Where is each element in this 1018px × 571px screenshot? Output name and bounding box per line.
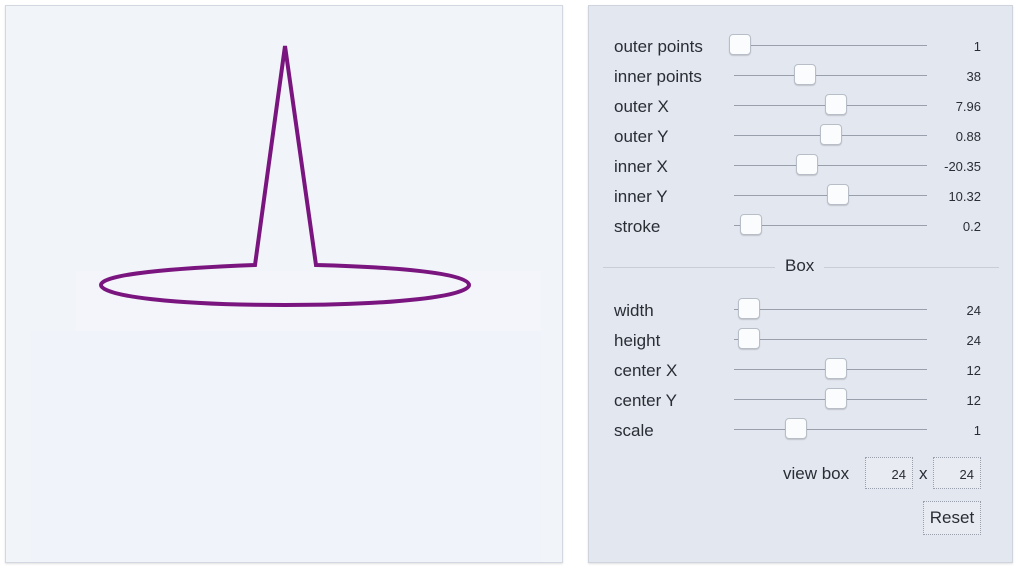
control-row-inner-x: inner X -20.35 <box>589 151 1012 181</box>
stroke-slider-track[interactable] <box>734 225 927 226</box>
inner-points-slider-track[interactable] <box>734 75 927 76</box>
center-y-value: 12 <box>966 393 981 408</box>
width-slider-track[interactable] <box>734 309 927 310</box>
control-row-center-x: center X 12 <box>589 355 1012 385</box>
inner-x-value: -20.35 <box>944 159 981 174</box>
stroke-value: 0.2 <box>962 219 981 234</box>
outer-points-slider-thumb[interactable] <box>729 34 751 55</box>
height-slider-track[interactable] <box>734 339 927 340</box>
outer-y-slider-thumb[interactable] <box>820 124 842 145</box>
stroke-slider-thumb[interactable] <box>740 214 762 235</box>
outer-x-value: 7.96 <box>955 99 981 114</box>
inner-y-slider-thumb[interactable] <box>827 184 849 205</box>
control-row-outer-points: outer points 1 <box>589 31 1012 61</box>
scale-slider-thumb[interactable] <box>785 418 807 439</box>
view-box-label: view box <box>783 464 850 483</box>
control-row-outer-x: outer X 7.96 <box>589 91 1012 121</box>
outer-points-value: 1 <box>973 39 981 54</box>
stroke-label: stroke <box>614 217 661 236</box>
center-x-value: 12 <box>966 363 981 378</box>
height-label: height <box>614 331 661 350</box>
inner-x-slider-track[interactable] <box>734 165 927 166</box>
inner-y-value: 10.32 <box>948 189 981 204</box>
outer-y-label: outer Y <box>614 127 669 146</box>
outer-x-label: outer X <box>614 97 669 116</box>
control-row-scale: scale 1 <box>589 415 1012 445</box>
height-value: 24 <box>966 333 981 348</box>
height-slider-thumb[interactable] <box>738 328 760 349</box>
width-slider-thumb[interactable] <box>738 298 760 319</box>
inner-points-label: inner points <box>614 67 702 86</box>
center-x-slider-thumb[interactable] <box>825 358 847 379</box>
control-row-inner-points: inner points 38 <box>589 61 1012 91</box>
scale-value: 1 <box>973 423 981 438</box>
center-y-slider-thumb[interactable] <box>825 388 847 409</box>
width-value: 24 <box>966 303 981 318</box>
view-box-separator: x <box>919 464 928 483</box>
canvas-shading-lower <box>31 331 541 561</box>
center-x-label: center X <box>614 361 678 380</box>
view-box-width-input[interactable]: 24 <box>865 457 913 489</box>
control-row-center-y: center Y 12 <box>589 385 1012 415</box>
preview-canvas <box>5 5 563 563</box>
inner-points-value: 38 <box>966 69 981 84</box>
scale-slider-track[interactable] <box>734 429 927 430</box>
control-row-height: height 24 <box>589 325 1012 355</box>
controls-panel: outer points 1 inner points 38 outer X 7.96 ou… <box>588 5 1013 563</box>
scale-label: scale <box>614 421 654 440</box>
control-row-width: width 24 <box>589 295 1012 325</box>
outer-points-label: outer points <box>614 37 703 56</box>
canvas-shading <box>76 271 541 331</box>
star-outline <box>98 45 472 308</box>
control-row-stroke: stroke 0.2 <box>589 211 1012 241</box>
outer-points-slider-track[interactable] <box>734 45 927 46</box>
outer-y-value: 0.88 <box>955 129 981 144</box>
width-label: width <box>614 301 654 320</box>
inner-points-slider-thumb[interactable] <box>794 64 816 85</box>
inner-y-label: inner Y <box>614 187 668 206</box>
control-row-outer-y: outer Y 0.88 <box>589 121 1012 151</box>
inner-x-slider-thumb[interactable] <box>796 154 818 175</box>
star-shape-preview <box>31 45 541 561</box>
box-section-label: Box <box>775 256 825 276</box>
inner-x-label: inner X <box>614 157 668 176</box>
view-box-height-input[interactable]: 24 <box>933 457 981 489</box>
control-row-inner-y: inner Y 10.32 <box>589 181 1012 211</box>
reset-button[interactable]: Reset <box>923 501 981 535</box>
outer-x-slider-thumb[interactable] <box>825 94 847 115</box>
center-y-label: center Y <box>614 391 678 410</box>
